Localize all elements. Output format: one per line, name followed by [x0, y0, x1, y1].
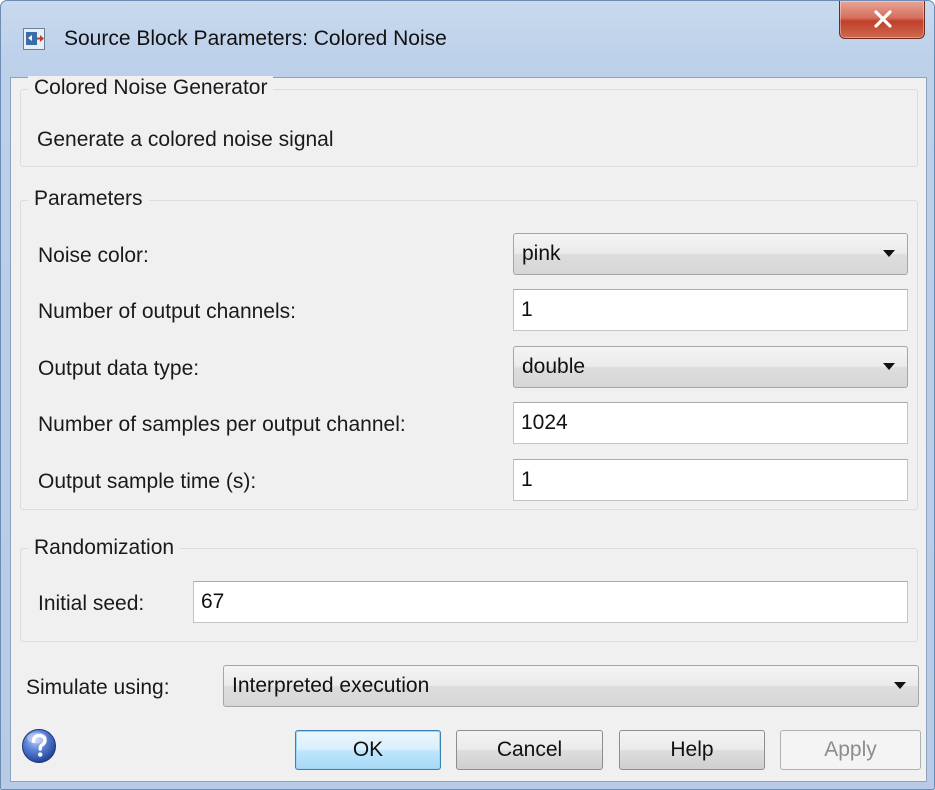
output-channels-label: Number of output channels:	[38, 300, 296, 323]
description-group-legend: Colored Noise Generator	[28, 76, 274, 100]
output-data-type-label: Output data type:	[38, 357, 200, 380]
noise-color-value: pink	[522, 242, 561, 265]
initial-seed-input[interactable]: 67	[193, 581, 908, 623]
initial-seed-label: Initial seed:	[38, 592, 145, 615]
title-bar[interactable]: Source Block Parameters: Colored Noise	[1, 1, 934, 77]
close-button[interactable]	[839, 1, 925, 39]
chevron-down-icon	[883, 363, 895, 370]
simulink-block-icon	[23, 28, 45, 50]
dialog-client-area: Colored Noise Generator Generate a color…	[10, 76, 927, 782]
parameters-group-legend: Parameters	[28, 187, 149, 211]
randomization-group-legend: Randomization	[28, 536, 181, 560]
cancel-button[interactable]: Cancel	[456, 730, 603, 770]
help-icon[interactable]	[21, 728, 57, 764]
noise-color-label: Noise color:	[38, 244, 149, 267]
sample-time-label: Output sample time (s):	[38, 470, 257, 493]
description-text: Generate a colored noise signal	[37, 128, 334, 151]
sample-time-input[interactable]: 1	[513, 459, 908, 501]
dialog-window: Source Block Parameters: Colored Noise C…	[0, 0, 935, 790]
noise-color-select[interactable]: pink	[513, 233, 908, 275]
close-icon	[874, 10, 892, 28]
output-data-type-select[interactable]: double	[513, 346, 908, 388]
apply-button[interactable]: Apply	[780, 730, 921, 770]
chevron-down-icon	[894, 682, 906, 689]
simulate-using-label: Simulate using:	[26, 676, 170, 699]
output-data-type-value: double	[522, 355, 586, 378]
simulate-using-select[interactable]: Interpreted execution	[223, 665, 919, 707]
ok-button[interactable]: OK	[295, 730, 441, 770]
samples-per-channel-input[interactable]: 1024	[513, 402, 908, 444]
simulate-using-value: Interpreted execution	[232, 674, 430, 697]
output-channels-input[interactable]: 1	[513, 289, 908, 331]
window-title: Source Block Parameters: Colored Noise	[64, 27, 447, 50]
samples-per-channel-label: Number of samples per output channel:	[38, 413, 406, 436]
help-button[interactable]: Help	[619, 730, 765, 770]
chevron-down-icon	[883, 250, 895, 257]
